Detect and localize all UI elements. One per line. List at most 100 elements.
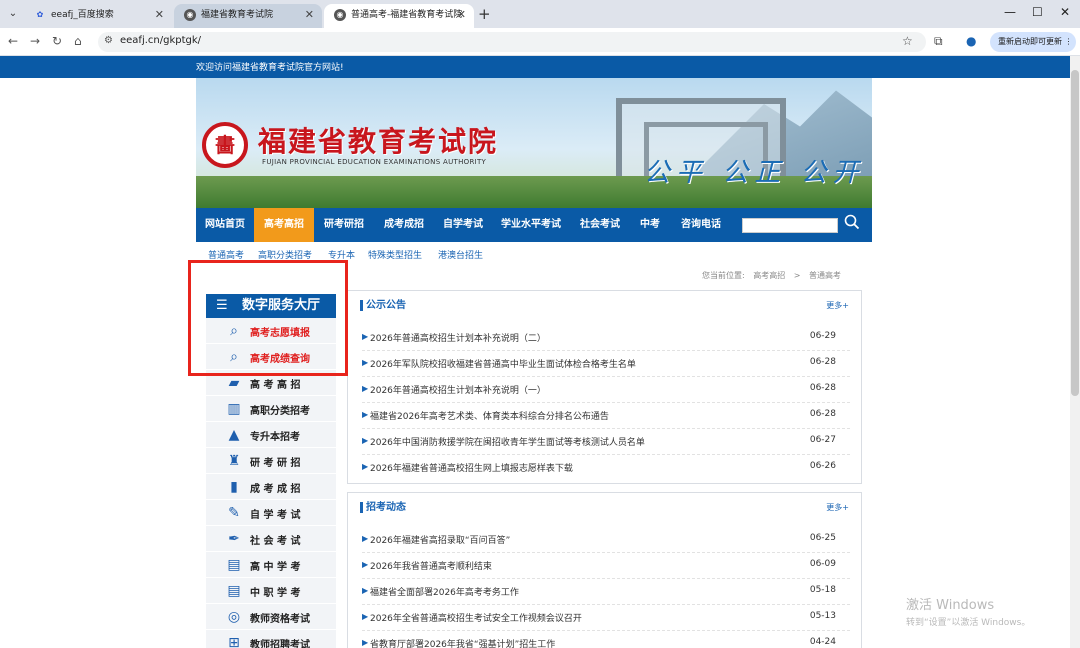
arrow-icon: ▶ bbox=[362, 534, 369, 543]
sidebar-item-zhuanshengben[interactable]: ▲ 专升本招考 bbox=[206, 422, 336, 448]
list-item-title[interactable]: 2026年普通高校招生计划本补充说明（二） bbox=[370, 331, 546, 344]
breadcrumb-level1[interactable]: 高考高招 bbox=[753, 271, 785, 280]
nav-shehui[interactable]: 社会考试 bbox=[570, 208, 630, 242]
maximize-icon[interactable]: ☐ bbox=[1032, 5, 1043, 19]
sidebar-item-gaozhi[interactable]: ▥ 高职分类招考 bbox=[206, 396, 336, 422]
arrow-icon: ▶ bbox=[362, 410, 369, 419]
url-box[interactable] bbox=[98, 32, 926, 52]
new-tab-icon[interactable]: + bbox=[478, 4, 491, 24]
close-tab-icon[interactable]: ✕ bbox=[457, 4, 466, 26]
sidebar-item-jiaozhao[interactable]: ⊞ 教师招聘考试 bbox=[206, 630, 336, 648]
list-item[interactable]: ▶ 省教育厅部署2026年我省“强基计划”招生工作 04-24 bbox=[362, 631, 850, 648]
list-item[interactable]: ▶ 2026年中国消防救援学院在闽招收青年学生面试等考核测试人员名单 06-27 bbox=[362, 429, 850, 455]
sidebar-item-zixue[interactable]: ✎ 自 学 考 试 bbox=[206, 500, 336, 526]
list-item-date: 06-27 bbox=[809, 435, 836, 445]
nav-home[interactable]: 网站首页 bbox=[196, 208, 254, 242]
news-more-link[interactable]: 更多+ bbox=[826, 502, 849, 513]
sidebar-item-chengkao[interactable]: ▮ 成 考 成 招 bbox=[206, 474, 336, 500]
page-scrollbar[interactable] bbox=[1070, 56, 1080, 648]
main-nav: 网站首页 高考高招 研考研招 成考成招 自学考试 学业水平考试 社会考试 中考 … bbox=[196, 208, 872, 242]
news-panel-title: 招考动态 bbox=[360, 502, 406, 513]
list-item-title[interactable]: 2026年福建省高招录取“百问百答” bbox=[370, 533, 510, 546]
list-item-title[interactable]: 2026年全省普通高校招生考试安全工作视频会议召开 bbox=[370, 611, 582, 624]
list-item[interactable]: ▶ 2026年普通高校招生计划本补充说明（二） 06-29 bbox=[362, 325, 850, 351]
tab-eeafj-home[interactable]: ◉ 福建省教育考试院 ✕ bbox=[174, 4, 322, 28]
list-item[interactable]: ▶ 2026年我省普通高考顺利结束 06-09 bbox=[362, 553, 850, 579]
highlight-box bbox=[188, 260, 348, 376]
sidebar-item-zhongzhi[interactable]: ▤ 中 职 学 考 bbox=[206, 578, 336, 604]
url-text[interactable]: eeafj.cn/gkptgk/ bbox=[120, 35, 201, 46]
scrollbar-thumb[interactable] bbox=[1071, 70, 1079, 396]
sidebar-item-gaozhong[interactable]: ▤ 高 中 学 考 bbox=[206, 552, 336, 578]
list-item-date: 06-29 bbox=[809, 331, 836, 341]
list-item[interactable]: ▶ 2026年福建省普通高校招生网上填报志愿样表下载 06-26 bbox=[362, 455, 850, 481]
tab-gaokao-active[interactable]: ◉ 普通高考-福建省教育考试院 ✕ bbox=[324, 4, 474, 28]
arrow-icon: ▶ bbox=[362, 332, 369, 341]
list-item-title[interactable]: 福建省2026年高考艺术类、体育类本科综合分排名公布通告 bbox=[370, 409, 609, 422]
close-window-icon[interactable]: ✕ bbox=[1060, 5, 1070, 19]
sidebar-item-label: 自 学 考 试 bbox=[250, 510, 301, 521]
nav-chengkao[interactable]: 成考成招 bbox=[374, 208, 434, 242]
list-item-date: 06-09 bbox=[809, 559, 836, 569]
nav-hotline[interactable]: 咨询电话 bbox=[670, 208, 732, 242]
sidebar-item-shehui[interactable]: ✒ 社 会 考 试 bbox=[206, 526, 336, 552]
forward-icon[interactable]: → bbox=[30, 34, 40, 48]
arrow-icon: ▶ bbox=[362, 358, 369, 367]
welcome-bar: 欢迎访问福建省教育考试院官方网站! bbox=[0, 56, 1080, 78]
notice-panel-title: 公示公告 bbox=[360, 300, 406, 311]
sidebar-item-jiaozi[interactable]: ◎ 教师资格考试 bbox=[206, 604, 336, 630]
sidebar-item-label: 高职分类招考 bbox=[250, 406, 310, 417]
sidebar-item-yankao[interactable]: ♜ 研 考 研 招 bbox=[206, 448, 336, 474]
sidebar-item-label: 高 中 学 考 bbox=[250, 562, 301, 573]
globe-favicon-icon: ◉ bbox=[334, 9, 346, 21]
list-item-title[interactable]: 福建省全面部署2026年高考考务工作 bbox=[370, 585, 519, 598]
profile-icon[interactable]: ● bbox=[966, 34, 976, 48]
sidebar-item-label: 教师招聘考试 bbox=[250, 640, 310, 648]
news-panel: 招考动态 更多+ ▶ 2026年福建省高招录取“百问百答” 06-25 ▶ 2026年… bbox=[347, 492, 862, 648]
back-icon[interactable]: ← bbox=[8, 34, 18, 48]
close-tab-icon[interactable]: ✕ bbox=[155, 4, 164, 26]
list-item-title[interactable]: 2026年我省普通高考顺利结束 bbox=[370, 559, 492, 572]
list-item[interactable]: ▶ 福建省全面部署2026年高考考务工作 05-18 bbox=[362, 579, 850, 605]
nav-xueye[interactable]: 学业水平考试 bbox=[492, 208, 570, 242]
subnav-gangaotai[interactable]: 港澳台招生 bbox=[438, 248, 483, 261]
list-item[interactable]: ▶ 2026年军队院校招收福建省普通高中毕业生面试体检合格考生名单 06-28 bbox=[362, 351, 850, 377]
breadcrumb-level2[interactable]: 普通高考 bbox=[809, 271, 841, 280]
home-icon[interactable]: ⌂ bbox=[74, 34, 82, 48]
close-tab-icon[interactable]: ✕ bbox=[305, 4, 314, 26]
site-search-input[interactable] bbox=[742, 218, 838, 233]
list-item[interactable]: ▶ 福建省2026年高考艺术类、体育类本科综合分排名公布通告 06-28 bbox=[362, 403, 850, 429]
list-item[interactable]: ▶ 2026年普通高校招生计划本补充说明（一） 06-28 bbox=[362, 377, 850, 403]
sidebar-item-label: 教师资格考试 bbox=[250, 614, 310, 625]
reload-icon[interactable]: ↻ bbox=[52, 34, 62, 48]
tab-search-icon[interactable]: ⌄ bbox=[4, 5, 22, 23]
nav-zixue[interactable]: 自学考试 bbox=[434, 208, 492, 242]
update-button[interactable]: 重新启动即可更新 ⋮ bbox=[990, 32, 1076, 52]
tab-label: eeafj_百度搜索 bbox=[51, 10, 114, 20]
address-bar: ← → ↻ ⌂ ⚙ eeafj.cn/gkptgk/ ☆ ⧉ ● 重新启动即可更… bbox=[0, 28, 1080, 56]
extensions-icon[interactable]: ⧉ bbox=[934, 34, 943, 49]
list-item-date: 05-18 bbox=[809, 585, 836, 595]
notice-more-link[interactable]: 更多+ bbox=[826, 300, 849, 311]
list-item-title[interactable]: 2026年中国消防救援学院在闽招收青年学生面试等考核测试人员名单 bbox=[370, 435, 645, 448]
nav-gaokao[interactable]: 高考高招 bbox=[254, 208, 314, 242]
tab-baidu[interactable]: ✿ eeafj_百度搜索 ✕ bbox=[24, 4, 172, 28]
search-icon[interactable] bbox=[844, 214, 862, 234]
subnav-teshu[interactable]: 特殊类型招生 bbox=[368, 248, 422, 261]
minimize-icon[interactable]: — bbox=[1004, 5, 1016, 19]
arrow-icon: ▶ bbox=[362, 436, 369, 445]
list-item-title[interactable]: 2026年普通高校招生计划本补充说明（一） bbox=[370, 383, 546, 396]
list-item[interactable]: ▶ 2026年福建省高招录取“百问百答” 06-25 bbox=[362, 527, 850, 553]
notice-panel: 公示公告 更多+ ▶ 2026年普通高校招生计划本补充说明（二） 06-29 ▶ 20… bbox=[347, 290, 862, 484]
list-item[interactable]: ▶ 2026年全省普通高校招生考试安全工作视频会议召开 05-13 bbox=[362, 605, 850, 631]
list-item-title[interactable]: 2026年福建省普通高校招生网上填报志愿样表下载 bbox=[370, 461, 573, 474]
list-item-title[interactable]: 省教育厅部署2026年我省“强基计划”招生工作 bbox=[370, 637, 555, 648]
nav-yankao[interactable]: 研考研招 bbox=[314, 208, 374, 242]
list-item-title[interactable]: 2026年军队院校招收福建省普通高中毕业生面试体检合格考生名单 bbox=[370, 357, 636, 370]
site-info-icon[interactable]: ⚙ bbox=[104, 35, 113, 46]
nav-zhongkao[interactable]: 中考 bbox=[630, 208, 670, 242]
bookmark-star-icon[interactable]: ☆ bbox=[902, 34, 913, 48]
list-item-date: 04-24 bbox=[809, 637, 836, 647]
list-item-date: 06-28 bbox=[809, 383, 836, 393]
list-item-date: 06-28 bbox=[809, 357, 836, 367]
